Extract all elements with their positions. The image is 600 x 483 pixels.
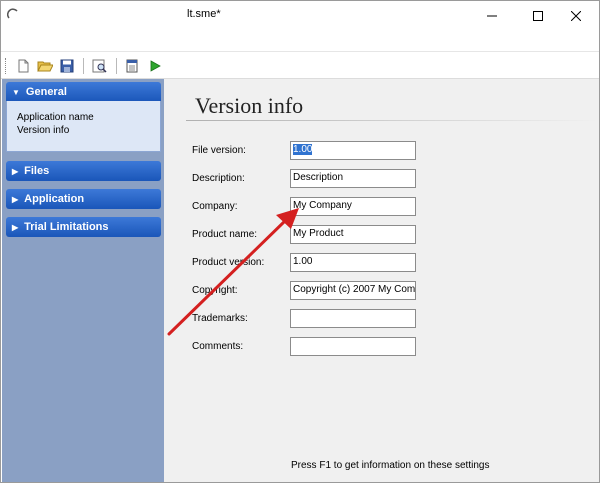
open-folder-icon[interactable]	[36, 57, 54, 75]
toolbar-separator	[83, 58, 84, 74]
chevron-down-icon: ▼	[12, 87, 20, 97]
sidebar-section-files[interactable]: ▶ Files	[6, 161, 161, 181]
description-field[interactable]: Description	[290, 169, 416, 188]
trademarks-field[interactable]	[290, 309, 416, 328]
trademarks-label: Trademarks:	[192, 313, 248, 324]
sidebar-section-label: Application	[24, 193, 85, 205]
sidebar-section-application[interactable]: ▶ Application	[6, 189, 161, 209]
sidebar: ▼ General Application name Version info …	[2, 79, 164, 482]
company-field[interactable]: My Company	[290, 197, 416, 216]
product-version-label: Product version:	[192, 257, 265, 268]
sidebar-general-panel: Application name Version info	[6, 101, 161, 152]
file-version-value: 1.00	[293, 144, 313, 155]
company-label: Company:	[192, 201, 238, 212]
sidebar-section-general[interactable]: ▼ General	[6, 82, 161, 102]
window-title: lt.sme*	[187, 8, 221, 20]
chevron-right-icon: ▶	[12, 166, 19, 176]
sidebar-section-trial-limitations[interactable]: ▶ Trial Limitations	[6, 217, 161, 237]
chevron-right-icon: ▶	[12, 194, 19, 204]
menu-bar	[1, 30, 599, 52]
save-icon[interactable]	[58, 57, 76, 75]
product-name-field[interactable]: My Product	[290, 225, 416, 244]
close-button[interactable]	[553, 1, 599, 30]
product-name-label: Product name:	[192, 229, 258, 240]
product-version-field[interactable]: 1.00	[290, 253, 416, 272]
copyright-field[interactable]: Copyright (c) 2007 My Compa	[290, 281, 416, 300]
comments-field[interactable]	[290, 337, 416, 356]
title-bar[interactable]: lt.sme*	[1, 1, 599, 30]
preview-icon[interactable]	[91, 57, 109, 75]
run-icon[interactable]	[146, 57, 164, 75]
chevron-right-icon: ▶	[12, 222, 19, 232]
sidebar-item-version-info[interactable]: Version info	[17, 124, 160, 137]
sidebar-section-label: General	[25, 86, 67, 98]
toolbar-grip[interactable]	[5, 58, 8, 74]
app-window: lt.sme* ▼ General Application name Versi…	[0, 0, 600, 483]
toolbar	[1, 53, 599, 79]
copyright-label: Copyright:	[192, 285, 238, 296]
minimize-button[interactable]	[469, 1, 515, 30]
description-label: Description:	[192, 173, 245, 184]
file-version-field[interactable]: 1.00	[290, 141, 416, 160]
comments-label: Comments:	[192, 341, 244, 352]
sidebar-section-label: Files	[24, 165, 50, 177]
toolbar-separator	[116, 58, 117, 74]
new-file-icon[interactable]	[14, 57, 32, 75]
page-title: Version info	[195, 93, 304, 118]
sidebar-item-application-name[interactable]: Application name	[17, 111, 160, 124]
help-hint: Press F1 to get information on these set…	[291, 460, 490, 471]
title-divider	[186, 120, 599, 121]
app-icon	[6, 8, 19, 20]
sidebar-section-label: Trial Limitations	[24, 221, 109, 233]
file-version-label: File version:	[192, 145, 246, 156]
version-info-panel: Version info File version: 1.00 Descript…	[164, 79, 599, 482]
project-icon[interactable]	[123, 57, 141, 75]
